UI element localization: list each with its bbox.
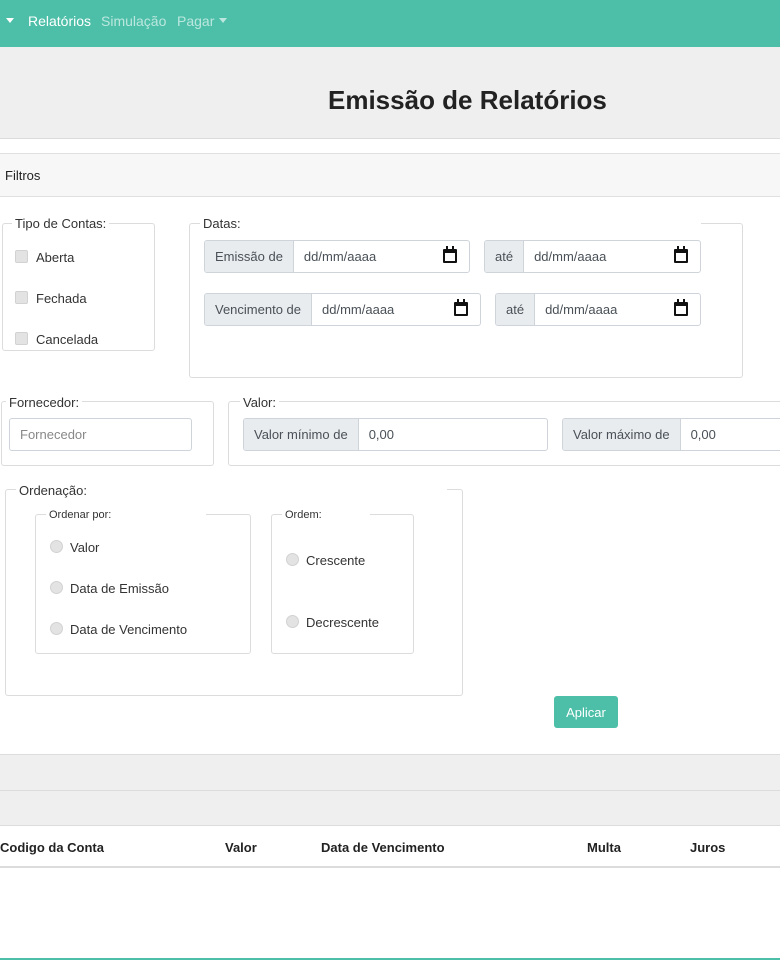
due-to-group: até dd/mm/aaaa xyxy=(495,293,701,326)
page-header: Emissão de Relatórios xyxy=(0,47,780,139)
calendar-icon[interactable] xyxy=(443,246,457,263)
filters-title: Filtros xyxy=(5,168,41,183)
filters-card-header: Filtros xyxy=(0,153,780,197)
due-to-placeholder: dd/mm/aaaa xyxy=(545,302,618,317)
apply-button[interactable]: Aplicar xyxy=(554,696,618,728)
order-fieldset xyxy=(271,514,414,654)
checkbox-fechada-label: Fechada xyxy=(36,291,87,306)
results-subheader-band xyxy=(0,790,780,825)
column-header-valor: Valor xyxy=(225,840,257,855)
due-from-label: Vencimento de xyxy=(205,294,313,325)
emission-from-group: Emissão de dd/mm/aaaa xyxy=(204,240,470,273)
menu-caret-icon[interactable] xyxy=(6,18,14,23)
value-max-input[interactable]: 0,00 xyxy=(681,419,780,450)
radio-order-crescente[interactable] xyxy=(286,553,299,566)
column-header-vencimento: Data de Vencimento xyxy=(321,840,445,855)
emission-to-group: até dd/mm/aaaa xyxy=(484,240,701,273)
radio-order-decrescente[interactable] xyxy=(286,615,299,628)
due-to-label: até xyxy=(496,294,536,325)
radio-order-by-vencimento-label: Data de Vencimento xyxy=(70,622,188,637)
checkbox-cancelada-label: Cancelada xyxy=(36,332,99,347)
dates-legend: Datas: xyxy=(200,216,701,231)
radio-order-by-valor-label: Valor xyxy=(70,540,100,555)
chevron-down-icon xyxy=(219,18,228,23)
value-legend: Valor: xyxy=(240,395,279,410)
account-types-legend: Tipo de Contas: xyxy=(12,216,110,231)
supplier-input[interactable]: Fornecedor xyxy=(9,418,192,451)
emission-to-placeholder: dd/mm/aaaa xyxy=(534,249,607,264)
checkbox-aberta[interactable] xyxy=(15,250,28,263)
emission-from-label: Emissão de xyxy=(205,241,294,272)
order-legend: Ordem: xyxy=(282,509,370,521)
nav-item-pagar[interactable]: Pagar xyxy=(177,13,228,29)
supplier-legend: Fornecedor: xyxy=(6,395,83,410)
calendar-icon[interactable] xyxy=(674,246,688,263)
emission-from-input[interactable]: dd/mm/aaaa xyxy=(294,241,469,272)
checkbox-fechada[interactable] xyxy=(15,291,28,304)
order-by-legend: Ordenar por: xyxy=(46,509,207,521)
supplier-placeholder: Fornecedor xyxy=(20,427,87,442)
ordering-legend: Ordenação: xyxy=(16,483,447,498)
nav-item-pagar-label: Pagar xyxy=(177,13,215,29)
radio-order-by-emissao[interactable] xyxy=(50,581,63,594)
emission-to-label: até xyxy=(485,241,525,272)
radio-order-by-emissao-label: Data de Emissão xyxy=(70,581,169,596)
top-navbar: Relatórios Simulação Pagar xyxy=(0,0,780,47)
column-header-multa: Multa xyxy=(587,840,621,855)
nav-item-simulacao[interactable]: Simulação xyxy=(101,13,166,29)
value-min-group: Valor mínimo de 0,00 xyxy=(243,418,548,451)
value-max-label: Valor máximo de xyxy=(563,419,681,450)
results-header-band xyxy=(0,754,780,790)
value-max-group: Valor máximo de 0,00 xyxy=(562,418,780,451)
emission-from-placeholder: dd/mm/aaaa xyxy=(303,249,377,264)
results-table-header: Codigo da Conta Valor Data de Vencimento… xyxy=(0,825,780,868)
due-from-input[interactable]: dd/mm/aaaa xyxy=(312,294,480,325)
page-title: Emissão de Relatórios xyxy=(328,85,607,115)
checkbox-cancelada[interactable] xyxy=(15,332,28,345)
checkbox-aberta-label: Aberta xyxy=(36,250,75,265)
radio-order-crescente-label: Crescente xyxy=(306,553,366,568)
radio-order-decrescente-label: Decrescente xyxy=(306,615,379,630)
due-to-input[interactable]: dd/mm/aaaa xyxy=(535,294,700,325)
radio-order-by-valor[interactable] xyxy=(50,540,63,553)
calendar-icon[interactable] xyxy=(454,299,468,316)
due-from-placeholder: dd/mm/aaaa xyxy=(322,302,395,317)
emission-to-input[interactable]: dd/mm/aaaa xyxy=(524,241,700,272)
column-header-codigo: Codigo da Conta xyxy=(0,840,104,855)
value-min-input[interactable]: 0,00 xyxy=(359,419,547,450)
nav-item-relatorios[interactable]: Relatórios xyxy=(28,13,91,29)
due-from-group: Vencimento de dd/mm/aaaa xyxy=(204,293,481,326)
column-header-juros: Juros xyxy=(690,840,726,855)
radio-order-by-vencimento[interactable] xyxy=(50,622,63,635)
calendar-icon[interactable] xyxy=(674,299,688,316)
value-min-label: Valor mínimo de xyxy=(244,419,359,450)
